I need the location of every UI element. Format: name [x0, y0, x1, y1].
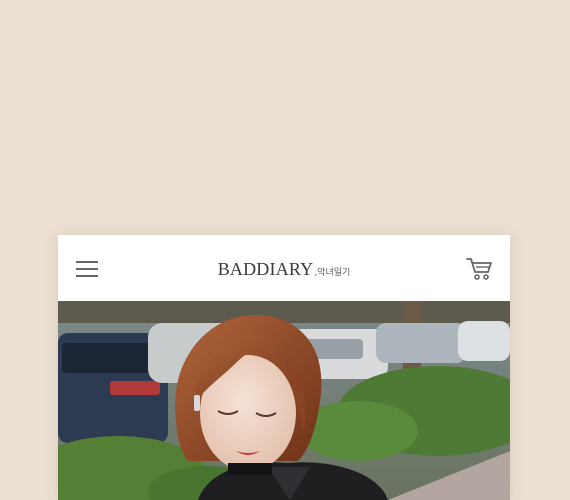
page-background: BADDIARY,악녀일기: [0, 0, 570, 500]
shopping-cart-icon[interactable]: [466, 256, 494, 282]
hero-photo: [58, 301, 510, 500]
logo-sub-text: ,악녀일기: [314, 268, 351, 278]
app-header: BADDIARY,악녀일기: [58, 235, 510, 301]
brand-logo[interactable]: BADDIARY,악녀일기: [58, 259, 510, 280]
hero-banner-image[interactable]: [58, 301, 510, 500]
mobile-app-frame: BADDIARY,악녀일기: [58, 235, 510, 500]
logo-main-text: BADDIARY: [217, 259, 314, 279]
cart-glyph: [466, 258, 492, 280]
